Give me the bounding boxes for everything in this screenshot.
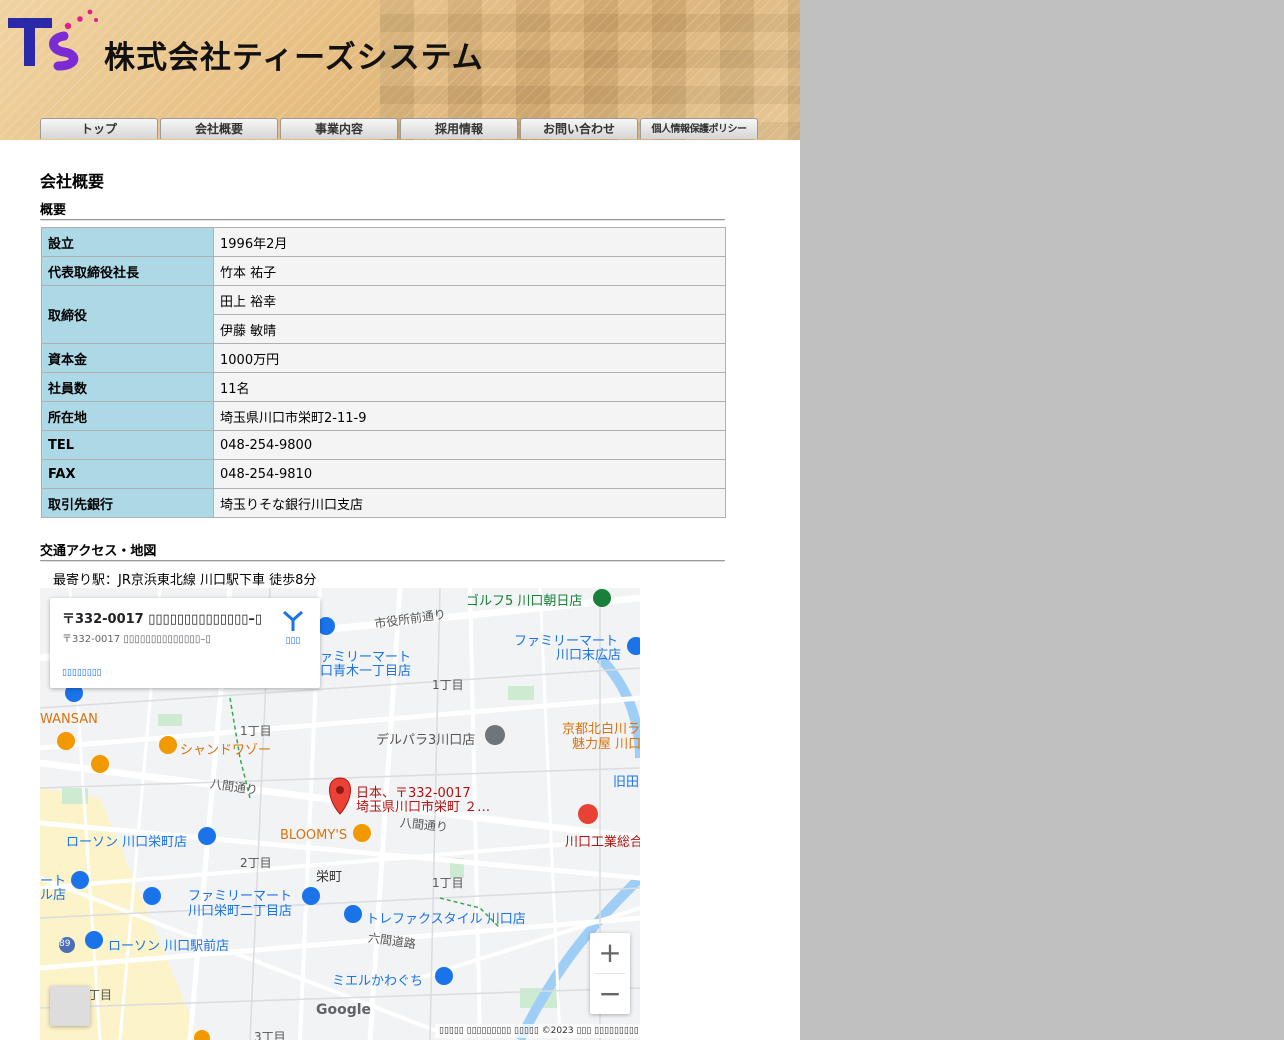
map-place-label: ゴルフ5 川口朝日店 xyxy=(466,594,583,609)
nav-tab-contact[interactable]: お問い合わせ xyxy=(520,118,638,139)
row-label: TEL xyxy=(41,430,214,460)
map-attribution[interactable]: ▯▯▯▯▯ ▯▯▯▯▯▯▯▯▯ ▯▯▯▯▯ ©2023 ▯▯▯ ▯▯▯▯▯▯▯▯… xyxy=(435,1024,640,1038)
pin-label-line2: 埼玉県川口市栄町 ２… xyxy=(356,800,491,815)
row-label: 所在地 xyxy=(41,401,214,431)
company-logo[interactable] xyxy=(6,6,102,72)
map-place-label: WANSAN xyxy=(40,712,98,727)
street-view-button[interactable] xyxy=(50,986,90,1026)
table-row: 取締役 田上 裕幸 xyxy=(41,285,726,344)
map-area-label: 2丁目 xyxy=(240,856,272,870)
route-89-label: 89 xyxy=(59,939,71,949)
nav-tab-business[interactable]: 事業内容 xyxy=(280,118,398,139)
map-area-label: 1丁目 xyxy=(240,724,272,738)
nav-tab-privacy[interactable]: 個人情報保護ポリシー xyxy=(640,118,758,139)
table-row: TEL 048-254-9800 xyxy=(41,430,726,460)
map-card-link[interactable]: ▯▯▯▯▯▯▯▯ xyxy=(62,668,102,678)
row-label: 取引先銀行 xyxy=(41,488,214,518)
zoom-in-button[interactable]: + xyxy=(590,933,630,973)
table-row: 取引先銀行 埼玉りそな銀行川口支店 xyxy=(41,488,726,518)
row-value: 11名 xyxy=(213,372,726,402)
zoom-out-button[interactable]: − xyxy=(590,974,630,1014)
nav-tab-company[interactable]: 会社概要 xyxy=(160,118,278,139)
map-area-label: 1丁目 xyxy=(432,678,464,692)
table-row: 設立 1996年2月 xyxy=(41,227,726,257)
table-row: 所在地 埼玉県川口市栄町2-11-9 xyxy=(41,401,726,431)
map-place-label: 川口工業総合 xyxy=(565,835,640,850)
overview-heading: 概要 xyxy=(40,202,725,220)
row-value: 田上 裕幸 xyxy=(213,285,726,315)
row-label: FAX xyxy=(41,459,214,489)
row-label: 資本金 xyxy=(41,343,214,373)
map-area-label: 丁目 xyxy=(88,988,113,1002)
map-card-title: 〒332-0017 ▯▯▯▯▯▯▯▯▯▯▯▯▯▯–▯ xyxy=(62,612,263,627)
map-place-label: 口青木一丁目店 xyxy=(320,664,412,679)
map-place-label: 旧田 xyxy=(613,775,640,790)
row-value: 1996年2月 xyxy=(213,227,726,257)
directions-icon[interactable] xyxy=(278,610,308,632)
map-place-label: デルパラ3川口店 xyxy=(376,733,476,748)
row-value: 竹本 祐子 xyxy=(213,256,726,286)
map-place-label: ローソン 川口駅前店 xyxy=(108,939,230,954)
nav-tab-recruit[interactable]: 採用情報 xyxy=(400,118,518,139)
map-place-label: トレファクスタイル 川口店 xyxy=(366,912,526,927)
table-row: 代表取締役社長 竹本 祐子 xyxy=(41,256,726,286)
company-name: 株式会社ティーズシステム xyxy=(104,40,484,76)
access-heading: 交通アクセス・地図 xyxy=(40,543,725,561)
row-value: 埼玉りそな銀行川口支店 xyxy=(213,488,726,518)
table-row: FAX 048-254-9810 xyxy=(41,459,726,489)
page: 株式会社ティーズシステム トップ 会社概要 事業内容 採用情報 お問い合わせ 個… xyxy=(0,0,800,1040)
map-place-label: 川口末広店 xyxy=(556,648,622,663)
map-area-label: 1丁目 xyxy=(432,876,464,890)
row-value: 埼玉県川口市栄町2-11-9 xyxy=(213,401,726,431)
page-title: 会社概要 xyxy=(40,172,105,191)
row-label: 設立 xyxy=(41,227,214,257)
row-value: 1000万円 xyxy=(213,343,726,373)
site-header: 株式会社ティーズシステム トップ 会社概要 事業内容 採用情報 お問い合わせ 個… xyxy=(0,0,800,140)
map-place-label: BLOOMY'S xyxy=(280,828,348,843)
map-area-label: 3丁目 xyxy=(254,1030,286,1040)
row-label: 取締役 xyxy=(41,285,214,344)
map-place-label: 川口栄町二丁目店 xyxy=(188,904,293,919)
map-area-label: 栄町 xyxy=(316,870,343,885)
directions-label[interactable]: ▯▯▯ xyxy=(276,636,310,646)
row-label: 代表取締役社長 xyxy=(41,256,214,286)
map-place-label: 魅力屋 川口 xyxy=(572,737,640,752)
map-place-label: ローソン 川口栄町店 xyxy=(66,835,188,850)
overview-table: 設立 1996年2月 代表取締役社長 竹本 祐子 取締役 田上 裕幸 伊藤 敏晴… xyxy=(41,227,726,518)
map-place-label: ミエルかわぐち xyxy=(332,974,424,989)
map-card-address: 〒332-0017 ▯▯▯▯▯▯▯▯▯▯▯▯▯▯–▯ xyxy=(62,634,211,645)
row-value: 048-254-9800 xyxy=(213,430,726,460)
nav-tab-top[interactable]: トップ xyxy=(40,118,158,139)
map-place-label: シャンドワゾー xyxy=(180,743,272,758)
table-row: 社員数 11名 xyxy=(41,372,726,402)
zoom-controls: + − xyxy=(590,933,630,1014)
map-info-card: 〒332-0017 ▯▯▯▯▯▯▯▯▯▯▯▯▯▯–▯ 〒332-0017 ▯▯▯… xyxy=(50,598,320,688)
row-value: 伊藤 敏晴 xyxy=(213,314,726,344)
google-logo: Google xyxy=(316,1002,372,1018)
table-row: 資本金 1000万円 xyxy=(41,343,726,373)
row-value: 048-254-9810 xyxy=(213,459,726,489)
nearest-station: 最寄り駅：JR京浜東北線 川口駅下車 徒歩8分 xyxy=(53,573,317,588)
main-nav: トップ 会社概要 事業内容 採用情報 お問い合わせ 個人情報保護ポリシー xyxy=(40,118,760,140)
map-place-label: ル店 xyxy=(40,888,67,903)
embedded-map[interactable]: ゴルフ5 川口朝日店 市役所前通り ファミリーマート 川口末広店 ァミリーマート… xyxy=(40,588,640,1040)
row-label: 社員数 xyxy=(41,372,214,402)
